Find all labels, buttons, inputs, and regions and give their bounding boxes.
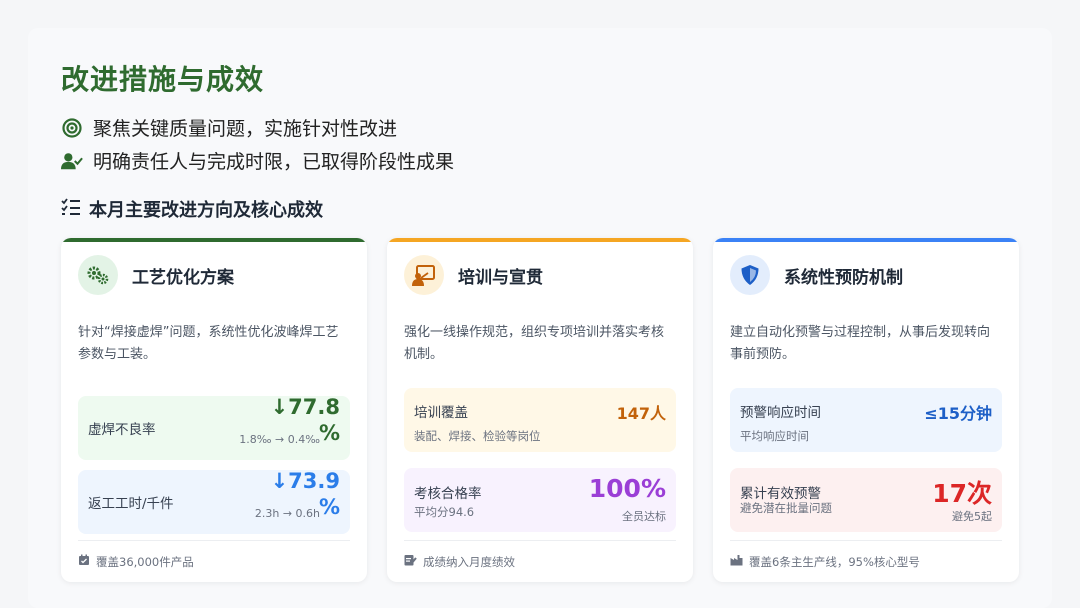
card-header: 工艺优化方案 — [78, 255, 234, 295]
metric-note: 2.3h → 0.6h — [254, 507, 320, 520]
card-accent-bar — [713, 238, 1019, 242]
metric-weld-defect-rate: 虚焊不良率 ↓77.8 % 1.8‰ → 0.4‰ — [78, 395, 350, 460]
target-icon — [61, 117, 83, 139]
card-title: 培训与宣贯 — [458, 267, 543, 288]
metric-note: 1.8‰ → 0.4‰ — [239, 433, 320, 446]
edit-document-icon — [404, 554, 417, 569]
slide-panel: 改进措施与成效 聚焦关键质量问题，实施针对性改进 明确责任人与完成时限，已取得阶… — [28, 28, 1052, 608]
card-process-optimization: 工艺优化方案 针对“焊接虚焊”问题，系统性优化波峰焊工艺参数与工装。 虚焊不良率… — [61, 238, 367, 582]
metric-sub: 避免潜在批量问题 — [740, 501, 832, 515]
metric-effective-alerts: 累计有效预警 避免潜在批量问题 17次 避免5起 — [730, 468, 1002, 532]
metric-note: 避免5起 — [952, 510, 992, 523]
metric-rework-hours: 返工工时/千件 ↓73.9 % 2.3h → 0.6h — [78, 469, 350, 534]
metric-label: 培训覆盖 — [414, 405, 468, 421]
metric-note: 全员达标 — [622, 510, 666, 523]
shield-icon — [730, 255, 770, 295]
page-title: 改进措施与成效 — [61, 63, 265, 96]
metric-value-unit: % — [318, 421, 340, 445]
metric-value: 100% — [588, 474, 666, 503]
presentation-icon — [404, 255, 444, 295]
metric-label: 累计有效预警 — [740, 486, 821, 502]
metric-training-coverage: 培训覆盖 装配、焊接、检验等岗位 147人 — [404, 388, 676, 452]
metric-value: 17次 — [932, 479, 992, 508]
metric-sub: 平均分94.6 — [414, 505, 475, 519]
card-footer-text: 覆盖6条主生产线，95%核心型号 — [749, 554, 920, 569]
card-training: 培训与宣贯 强化一线操作规范，组织专项培训并落实考核机制。 培训覆盖 装配、焊接… — [387, 238, 693, 582]
card-prevention: 系统性预防机制 建立自动化预警与过程控制，从事后发现转向事前预防。 预警响应时间… — [713, 238, 1019, 582]
metric-value-number: ↓73.9 — [270, 469, 340, 493]
metric-value-number: ↓77.8 — [270, 395, 340, 419]
bullet-item-owner: 明确责任人与完成时限，已取得阶段性成果 — [61, 147, 454, 174]
card-footer-text: 覆盖36,000件产品 — [96, 554, 194, 569]
metric-label: 考核合格率 — [414, 486, 482, 502]
metric-value: ≤15分钟 — [924, 404, 992, 423]
card-accent-bar — [387, 238, 693, 242]
card-header: 系统性预防机制 — [730, 255, 903, 295]
card-title: 工艺优化方案 — [132, 267, 234, 288]
metric-label: 预警响应时间 — [740, 405, 821, 421]
user-check-icon — [61, 150, 83, 172]
section-heading: 本月主要改进方向及核心成效 — [61, 196, 323, 222]
list-check-icon — [61, 197, 81, 221]
factory-icon — [730, 554, 743, 569]
bullet-item-focus: 聚焦关键质量问题，实施针对性改进 — [61, 114, 397, 141]
card-footer-text: 成绩纳入月度绩效 — [423, 554, 515, 569]
metric-sub: 平均响应时间 — [740, 429, 809, 443]
metric-response-time: 预警响应时间 平均响应时间 ≤15分钟 — [730, 388, 1002, 452]
metric-value-unit: % — [318, 495, 340, 519]
card-footer: 覆盖36,000件产品 — [78, 540, 350, 582]
bullet-text: 明确责任人与完成时限，已取得阶段性成果 — [93, 151, 455, 173]
calendar-check-icon — [78, 554, 90, 569]
metric-sub: 装配、焊接、检验等岗位 — [414, 429, 541, 443]
card-description: 建立自动化预警与过程控制，从事后发现转向事前预防。 — [730, 325, 991, 362]
metric-label: 返工工时/千件 — [88, 496, 174, 512]
metric-value: 147人 — [616, 404, 666, 423]
card-title: 系统性预防机制 — [784, 267, 903, 288]
metric-pass-rate: 考核合格率 平均分94.6 100% 全员达标 — [404, 468, 676, 532]
card-footer: 成绩纳入月度绩效 — [404, 540, 676, 582]
metric-label: 虚焊不良率 — [88, 422, 156, 438]
gears-icon — [78, 255, 118, 295]
card-footer: 覆盖6条主生产线，95%核心型号 — [730, 540, 1002, 582]
card-description: 强化一线操作规范，组织专项培训并落实考核机制。 — [404, 325, 665, 362]
card-header: 培训与宣贯 — [404, 255, 543, 295]
bullet-text: 聚焦关键质量问题，实施针对性改进 — [93, 118, 398, 140]
section-title: 本月主要改进方向及核心成效 — [89, 200, 323, 221]
card-description: 针对“焊接虚焊”问题，系统性优化波峰焊工艺参数与工装。 — [78, 325, 339, 362]
card-accent-bar — [61, 238, 367, 242]
